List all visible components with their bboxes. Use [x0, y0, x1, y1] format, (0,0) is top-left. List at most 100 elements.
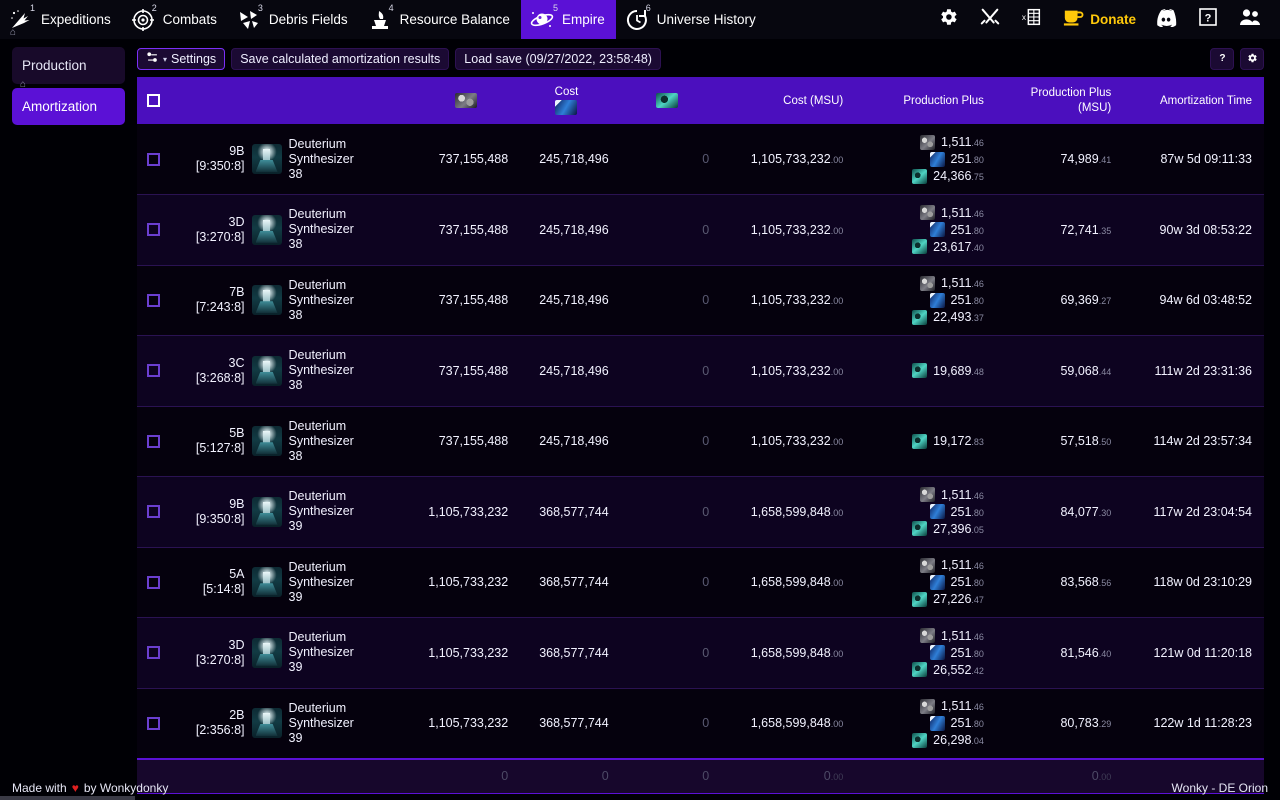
table-row[interactable]: 7B[7:243:8]Deuterium Synthesizer38737,15… — [137, 265, 1264, 336]
production-entry: 23,617.40 — [912, 239, 984, 254]
sidebar-item-production[interactable]: Production ⌂ — [12, 47, 125, 84]
production-plus-msu: 83,568.56 — [992, 547, 1119, 618]
row-checkbox[interactable] — [147, 505, 160, 518]
production-plus-msu-decimal: .27 — [1099, 296, 1112, 306]
crystal-resource-icon — [930, 716, 945, 731]
save-amortization-button[interactable]: Save calculated amortization results — [231, 48, 449, 70]
production-entry: 1,511.46 — [920, 205, 984, 220]
nav-item-universe-history[interactable]: 6 Universe History — [616, 0, 767, 39]
production-value: 1,511.46 — [941, 276, 984, 290]
settings-gear-button[interactable] — [928, 0, 968, 39]
table-row[interactable]: 9B[9:350:8]Deuterium Synthesizer391,105,… — [137, 477, 1264, 548]
discord-button[interactable] — [1146, 0, 1186, 39]
row-checkbox[interactable] — [147, 223, 160, 236]
cost-msu-decimal: .00 — [831, 578, 844, 588]
users-button[interactable] — [1230, 0, 1270, 39]
building-cell: 7B[7:243:8]Deuterium Synthesizer38 — [175, 265, 416, 336]
table-row[interactable]: 2B[2:356:8]Deuterium Synthesizer391,105,… — [137, 688, 1264, 759]
table-row[interactable]: 9B[9:350:8]Deuterium Synthesizer38737,15… — [137, 124, 1264, 195]
table-row[interactable]: 3D[3:270:8]Deuterium Synthesizer391,105,… — [137, 618, 1264, 689]
production-value: 251.80 — [951, 293, 984, 307]
table-row[interactable]: 3D[3:270:8]Deuterium Synthesizer38737,15… — [137, 195, 1264, 266]
header-building[interactable] — [175, 77, 416, 124]
production-plus-msu-decimal: .29 — [1099, 719, 1112, 729]
row-select-cell[interactable] — [137, 195, 175, 266]
row-select-cell[interactable] — [137, 265, 175, 336]
heart-icon: ♥ — [72, 781, 79, 795]
crystal-resource-icon — [930, 222, 945, 237]
row-checkbox[interactable] — [147, 153, 160, 166]
production-value-decimal: .80 — [971, 226, 984, 236]
building-name: Deuterium Synthesizer38 — [289, 419, 408, 464]
nav-item-combats[interactable]: 2 Combats — [122, 0, 228, 39]
amortization-time: 117w 2d 23:04:54 — [1119, 477, 1264, 548]
metal-cost: 737,155,488 — [416, 195, 517, 266]
production-value: 1,511.46 — [941, 135, 984, 149]
table-row[interactable]: 5B[5:127:8]Deuterium Synthesizer38737,15… — [137, 406, 1264, 477]
row-select-cell[interactable] — [137, 618, 175, 689]
users-icon — [1238, 7, 1262, 32]
nav-item-resource-balance[interactable]: 4 Resource Balance — [359, 0, 521, 39]
row-checkbox[interactable] — [147, 435, 160, 448]
deuterium-synthesizer-icon — [252, 708, 282, 738]
deut-resource-icon — [912, 521, 927, 536]
tools-button[interactable] — [970, 0, 1010, 39]
production-entry: 27,396.05 — [912, 521, 984, 536]
select-all-checkbox[interactable] — [147, 94, 160, 107]
load-save-button[interactable]: Load save (09/27/2022, 23:58:48) — [455, 48, 661, 70]
horizontal-scrollbar[interactable] — [0, 796, 135, 800]
production-plus-msu: 81,546.40 — [992, 618, 1119, 689]
header-deuterium-cost[interactable] — [617, 77, 718, 124]
settings-dropdown-button[interactable]: ▾ Settings — [137, 48, 225, 70]
nav-item-debris-fields[interactable]: 3 Debris Fields — [228, 0, 359, 39]
row-checkbox[interactable] — [147, 646, 160, 659]
planet-coordinates: 9B[9:350:8] — [183, 144, 245, 174]
production-plus: 19,689.48 — [851, 336, 992, 407]
header-pp-msu-line1: Production Plus — [1000, 86, 1111, 101]
production-value-decimal: .47 — [971, 595, 984, 605]
header-crystal-cost[interactable]: Cost — [516, 77, 617, 124]
building-name: Deuterium Synthesizer39 — [289, 489, 408, 534]
deuterium-synthesizer-icon — [252, 356, 282, 386]
row-checkbox[interactable] — [147, 294, 160, 307]
nav-item-empire[interactable]: 5 Empire — [521, 0, 616, 39]
header-metal-cost[interactable] — [416, 77, 517, 124]
production-entry: 251.80 — [930, 575, 984, 590]
header-production-plus-msu[interactable]: Production Plus (MSU) — [992, 77, 1119, 124]
row-select-cell[interactable] — [137, 124, 175, 195]
excel-export-button[interactable]: x — [1012, 0, 1052, 39]
building-cell: 9B[9:350:8]Deuterium Synthesizer38 — [175, 124, 416, 195]
row-select-cell[interactable] — [137, 477, 175, 548]
header-production-plus[interactable]: Production Plus — [851, 77, 992, 124]
row-checkbox[interactable] — [147, 364, 160, 377]
row-select-cell[interactable] — [137, 336, 175, 407]
coordinate-full: [5:14:8] — [183, 582, 245, 597]
deuterium-resource-icon — [656, 93, 678, 108]
row-select-cell[interactable] — [137, 406, 175, 477]
toolbar-help-button[interactable]: ? — [1210, 48, 1234, 70]
toolbar-settings-button[interactable] — [1240, 48, 1264, 70]
production-value-decimal: .46 — [971, 279, 984, 289]
table-row[interactable]: 5A[5:14:8]Deuterium Synthesizer391,105,7… — [137, 547, 1264, 618]
row-select-cell[interactable] — [137, 688, 175, 759]
nav-item-label: Debris Fields — [269, 12, 348, 27]
header-cost-msu[interactable]: Cost (MSU) — [717, 77, 851, 124]
production-entry: 251.80 — [930, 716, 984, 731]
header-select-all[interactable] — [137, 77, 175, 124]
production-entry: 1,511.46 — [920, 135, 984, 150]
help-button[interactable]: ? — [1188, 0, 1228, 39]
row-checkbox[interactable] — [147, 576, 160, 589]
row-checkbox[interactable] — [147, 717, 160, 730]
deuterium-cost: 0 — [617, 265, 718, 336]
donate-button[interactable]: Donate — [1054, 0, 1144, 39]
row-select-cell[interactable] — [137, 547, 175, 618]
table-foot: 0 0 0 0.00 0.00 — [137, 759, 1264, 793]
table-row[interactable]: 3C[3:268:8]Deuterium Synthesizer38737,15… — [137, 336, 1264, 407]
header-amortization-time[interactable]: Amortization Time — [1119, 77, 1264, 124]
amortization-time: 122w 1d 11:28:23 — [1119, 688, 1264, 759]
building-name: Deuterium Synthesizer38 — [289, 348, 408, 393]
nav-item-expeditions[interactable]: 1 ⌂ Expeditions — [0, 0, 122, 39]
production-plus: 1,511.46251.8027,226.47 — [851, 547, 992, 618]
nav-item-label: Expeditions — [41, 12, 111, 27]
sidebar-item-amortization[interactable]: Amortization — [12, 88, 125, 125]
